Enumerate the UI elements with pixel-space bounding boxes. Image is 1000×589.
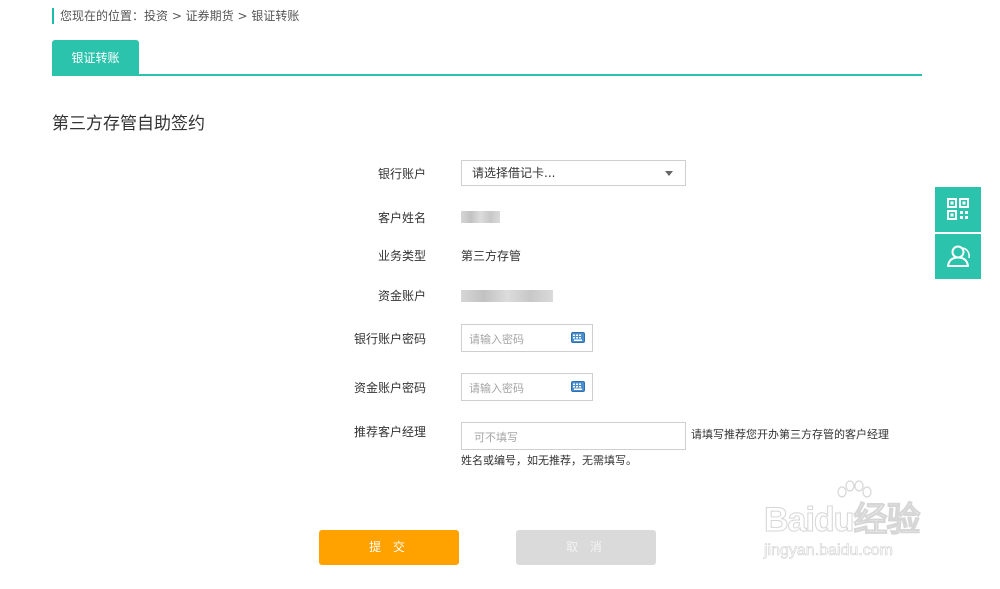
customer-name-value-masked [461,211,500,223]
bank-password-input[interactable] [469,331,564,347]
bank-password-field[interactable] [461,324,593,352]
page-title: 第三方存管自助签约 [52,114,205,134]
keyboard-icon[interactable] [571,332,585,343]
side-qr-code-button[interactable] [935,187,981,232]
qr-code-icon [947,198,969,220]
bank-password-label: 银行账户密码 [353,332,426,346]
bank-account-label: 银行账户 [377,167,426,181]
side-customer-service-button[interactable] [935,234,981,279]
bank-account-select[interactable]: 请选择借记卡... [461,160,686,186]
tab-bank-securities-transfer[interactable]: 银证转账 [52,40,139,74]
customer-service-icon [947,245,970,267]
business-type-value: 第三方存管 [461,249,522,263]
fund-password-label: 资金账户密码 [353,381,426,395]
bank-account-selected-value: 请选择借记卡... [472,166,556,180]
customer-name-label: 客户姓名 [377,211,426,225]
fund-account-label: 资金账户 [377,289,426,303]
fund-password-input[interactable] [469,380,564,396]
manager-label: 推荐客户经理 [353,425,426,439]
fund-password-field[interactable] [461,373,593,401]
manager-field[interactable] [461,422,686,450]
cancel-button[interactable]: 取 消 [516,530,656,565]
manager-input[interactable] [474,429,674,445]
submit-button[interactable]: 提 交 [319,530,459,565]
breadcrumb: 您现在的位置：投资 > 证券期货 > 银证转账 [52,8,299,24]
baidu-jingyan-watermark: Baidu经验 jingyan.baidu.com [762,480,947,570]
fund-account-value-masked [461,290,553,302]
chevron-down-icon [665,171,673,176]
keyboard-icon[interactable] [571,381,585,392]
watermark-brand: Baidu经验 [763,501,920,539]
manager-hint-line-2: 姓名或编号，如无推荐，无需填写。 [461,454,637,467]
business-type-label: 业务类型 [377,249,426,263]
tab-bar: 银证转账 [52,40,922,76]
watermark-url: jingyan.baidu.com [764,542,894,560]
manager-hint-line-1: 请填写推荐您开办第三方存管的客户经理 [691,428,889,441]
